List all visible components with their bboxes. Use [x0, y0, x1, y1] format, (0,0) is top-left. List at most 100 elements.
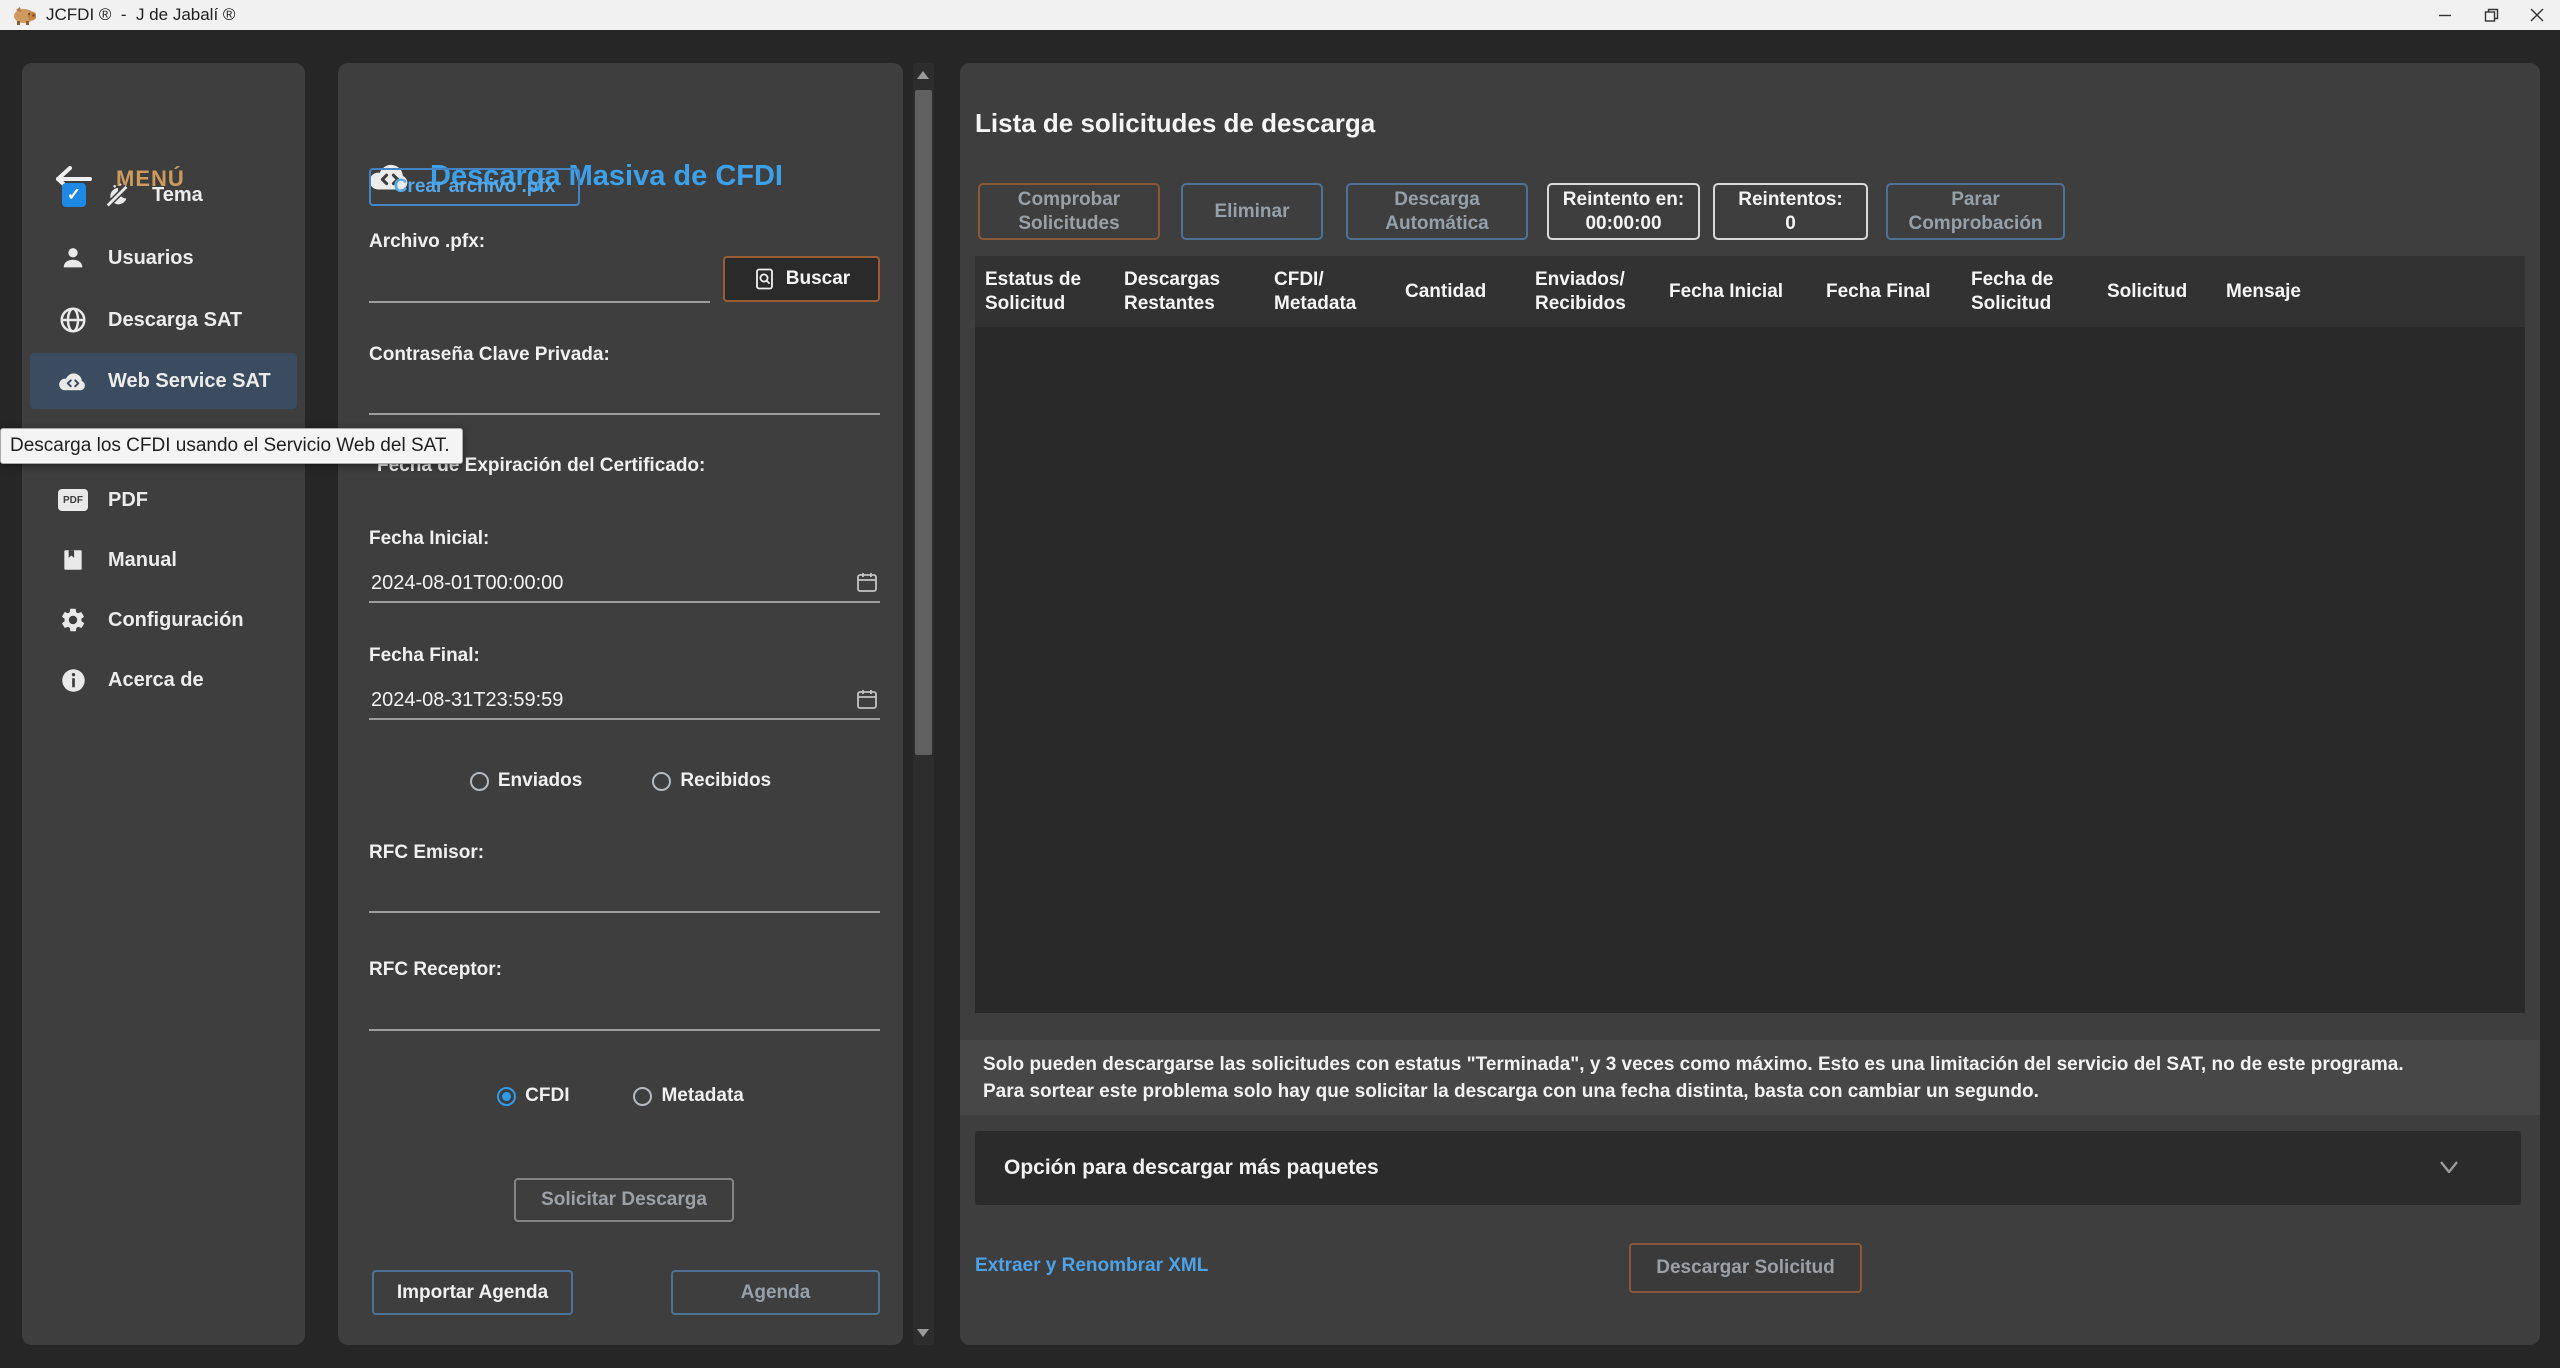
sidebar-item-configuracion[interactable]: Configuración [30, 592, 297, 648]
column-header: Solicitud [2097, 256, 2216, 327]
enviados-recibidos-group: Enviados Recibidos [338, 770, 903, 792]
eliminar-button[interactable]: Eliminar [1181, 183, 1323, 240]
descargar-solicitud-button[interactable]: Descargar Solicitud [1629, 1243, 1862, 1293]
column-header: CFDI/Metadata [1264, 256, 1395, 327]
rfc-emisor-label: RFC Emisor: [369, 842, 484, 864]
requests-toolbar: ComprobarSolicitudes Eliminar DescargaAu… [978, 183, 2065, 240]
fecha-inicial-underline [369, 601, 880, 603]
restore-button[interactable] [2468, 0, 2514, 30]
requests-panel: Lista de solicitudes de descarga Comprob… [960, 63, 2540, 1345]
radio-circle[interactable] [633, 1087, 652, 1106]
cfdi-metadata-group: CFDI Metadata [338, 1085, 903, 1107]
radio-circle[interactable] [652, 772, 671, 791]
sidebar: MENÚ ✓ Tema [22, 63, 305, 1345]
restore-icon [2484, 8, 2499, 23]
fecha-final-underline [369, 718, 880, 720]
book-icon [58, 546, 88, 574]
importar-agenda-button[interactable]: Importar Agenda [372, 1270, 573, 1315]
sidebar-item-tema[interactable]: ✓ Tema [30, 167, 297, 223]
column-header: DescargasRestantes [1114, 256, 1264, 327]
archivo-pfx-input[interactable] [369, 301, 710, 303]
calendar-icon[interactable] [855, 570, 879, 594]
theme-checkbox[interactable]: ✓ [62, 183, 86, 207]
sidebar-item-usuarios[interactable]: Usuarios [30, 230, 297, 286]
globe-icon [58, 305, 88, 335]
password-label: Contraseña Clave Privada: [369, 344, 610, 366]
theme-icon [102, 181, 132, 209]
boar-app-icon [12, 4, 36, 26]
column-header: Fecha Inicial [1659, 256, 1816, 327]
gear-icon [58, 606, 88, 634]
close-icon [2530, 8, 2544, 22]
sidebar-item-label: Usuarios [108, 247, 194, 270]
sidebar-item-acerca-de[interactable]: Acerca de [30, 652, 297, 708]
title-bar: JCFDI ® - J de Jabalí ® [0, 0, 2560, 30]
sidebar-item-label: Acerca de [108, 669, 204, 692]
column-header: Fecha deSolicitud [1961, 256, 2097, 327]
window-controls [2422, 0, 2560, 30]
sidebar-item-web-service-sat[interactable]: Web Service SAT [30, 353, 297, 409]
password-input[interactable] [369, 413, 880, 415]
pdf-icon: PDF [58, 489, 88, 511]
create-pfx-button[interactable]: Crear archivo .pfx [369, 168, 580, 206]
rfc-receptor-input[interactable] [369, 1029, 880, 1031]
more-packages-accordion[interactable]: Opción para descargar más paquetes [975, 1131, 2521, 1205]
cloud-code-icon [58, 368, 88, 394]
sidebar-item-label: Web Service SAT [108, 370, 271, 393]
sidebar-item-descarga-sat[interactable]: Descarga SAT [30, 292, 297, 348]
comprobar-solicitudes-button[interactable]: ComprobarSolicitudes [978, 183, 1160, 240]
scroll-up-arrow[interactable] [917, 71, 929, 79]
requests-table: Estatus deSolicitud DescargasRestantes C… [975, 256, 2525, 1013]
solicitar-descarga-button[interactable]: Solicitar Descarga [514, 1178, 734, 1222]
column-header: Enviados/Recibidos [1525, 256, 1659, 327]
rfc-receptor-label: RFC Receptor: [369, 959, 502, 981]
sidebar-item-label: Configuración [108, 609, 244, 632]
radio-enviados[interactable]: Enviados [470, 770, 582, 792]
buscar-button[interactable]: Buscar [723, 256, 880, 302]
window-title: JCFDI ® - J de Jabalí ® [46, 5, 235, 25]
radio-cfdi[interactable]: CFDI [497, 1085, 569, 1107]
column-header: Fecha Final [1816, 256, 1961, 327]
scrollbar-thumb[interactable] [915, 90, 932, 755]
limit-note: Solo pueden descargarse las solicitudes … [960, 1040, 2540, 1115]
chevron-down-icon [2437, 1157, 2461, 1177]
sidebar-item-label: PDF [108, 489, 148, 512]
radio-circle-selected[interactable] [497, 1087, 516, 1106]
info-icon [58, 667, 88, 694]
reintento-en-indicator: Reintento en:00:00:00 [1547, 183, 1700, 240]
fecha-final-value[interactable]: 2024-08-31T23:59:59 [371, 689, 563, 712]
sidebar-item-pdf[interactable]: PDF PDF [30, 472, 297, 528]
calendar-icon[interactable] [855, 687, 879, 711]
minimize-icon [2438, 8, 2452, 22]
agenda-button[interactable]: Agenda [671, 1270, 880, 1315]
form-scrollbar[interactable] [913, 63, 934, 1345]
column-header: Cantidad [1395, 256, 1525, 327]
requests-table-header: Estatus deSolicitud DescargasRestantes C… [975, 256, 2525, 327]
sidebar-item-label: Descarga SAT [108, 309, 242, 332]
sidebar-item-manual[interactable]: Manual [30, 532, 297, 588]
radio-recibidos[interactable]: Recibidos [652, 770, 771, 792]
web-service-tooltip: Descarga los CFDI usando el Servicio Web… [0, 428, 463, 464]
app-window: JCFDI ® - J de Jabalí ® [0, 0, 2560, 1368]
fecha-final-label: Fecha Final: [369, 645, 480, 667]
extract-rename-xml-link[interactable]: Extraer y Renombrar XML [975, 1255, 1208, 1277]
sidebar-item-label: Tema [152, 184, 203, 207]
rfc-emisor-input[interactable] [369, 911, 880, 913]
fecha-inicial-value[interactable]: 2024-08-01T00:00:00 [371, 572, 563, 595]
archivo-pfx-label: Archivo .pfx: [369, 231, 485, 253]
column-header: Estatus deSolicitud [975, 256, 1114, 327]
reintentos-indicator: Reintentos:0 [1713, 183, 1868, 240]
column-header: Mensaje [2216, 256, 2525, 327]
parar-comprobacion-button[interactable]: PararComprobación [1886, 183, 2065, 240]
search-document-icon [753, 267, 777, 291]
radio-metadata[interactable]: Metadata [633, 1085, 743, 1107]
sidebar-item-label: Manual [108, 549, 177, 572]
fecha-inicial-label: Fecha Inicial: [369, 528, 489, 550]
close-button[interactable] [2514, 0, 2560, 30]
minimize-button[interactable] [2422, 0, 2468, 30]
scroll-down-arrow[interactable] [917, 1329, 929, 1337]
form-panel: Descarga Masiva de CFDI Crear archivo .p… [338, 63, 903, 1345]
requests-title: Lista de solicitudes de descarga [975, 108, 1375, 139]
descarga-automatica-button[interactable]: DescargaAutomática [1346, 183, 1528, 240]
radio-circle[interactable] [470, 772, 489, 791]
